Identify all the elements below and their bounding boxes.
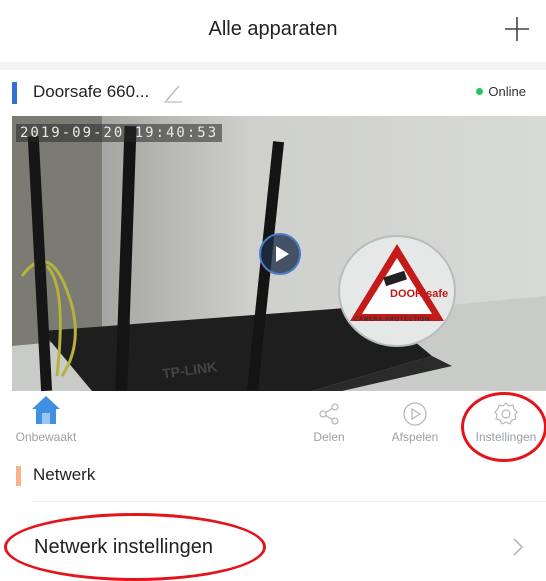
settings-label: Instellingen — [475, 430, 537, 444]
video-timestamp: 2019-09-20 19:40:53 — [16, 124, 223, 142]
playback-label: Afspelen — [391, 430, 439, 444]
share-label: Delen — [313, 430, 345, 444]
device-name: Doorsafe 660... — [33, 82, 150, 101]
device-toolbar: Onbewaakt Delen Afspelen Instellingen — [0, 391, 546, 451]
disarmed-label: Onbewaakt — [15, 430, 77, 444]
section-header: Netwerk — [0, 456, 546, 496]
device-accent-bar — [12, 82, 17, 104]
online-dot-icon — [476, 88, 484, 95]
playback-icon — [403, 402, 427, 426]
share-button[interactable]: Delen — [289, 391, 369, 444]
add-device-button[interactable] — [502, 14, 532, 44]
device-row[interactable]: Doorsafe 660... Online — [0, 70, 546, 116]
section-accent-bar — [16, 466, 21, 486]
disarmed-button[interactable]: Onbewaakt — [6, 391, 86, 444]
camera-preview[interactable]: 2019-09-20 19:40:53 DOOR|safe CAMERA PRO… — [12, 116, 546, 391]
chevron-right-icon — [513, 538, 524, 556]
network-settings-label: Netwerk instellingen — [34, 536, 213, 558]
section-title: Netwerk — [33, 465, 96, 484]
home-shield-icon — [32, 396, 60, 424]
play-button[interactable] — [259, 233, 301, 275]
status-badge: Online — [476, 84, 526, 99]
playback-button[interactable]: Afspelen — [375, 391, 455, 444]
app-header: Alle apparaten — [0, 0, 546, 62]
sign-caption-text: CAMERA PROTECTION — [354, 317, 430, 323]
header-separator — [0, 62, 546, 70]
edit-pencil-icon[interactable] — [162, 82, 184, 104]
sign-brand-text: DOOR|safe — [390, 288, 449, 300]
page-title: Alle apparaten — [208, 18, 338, 40]
share-icon — [319, 403, 339, 425]
plus-icon — [505, 17, 529, 41]
network-settings-item[interactable]: Netwerk instellingen — [0, 502, 546, 581]
status-label: Online — [488, 84, 526, 99]
gear-icon — [494, 402, 518, 425]
settings-button[interactable]: Instellingen — [466, 391, 546, 444]
